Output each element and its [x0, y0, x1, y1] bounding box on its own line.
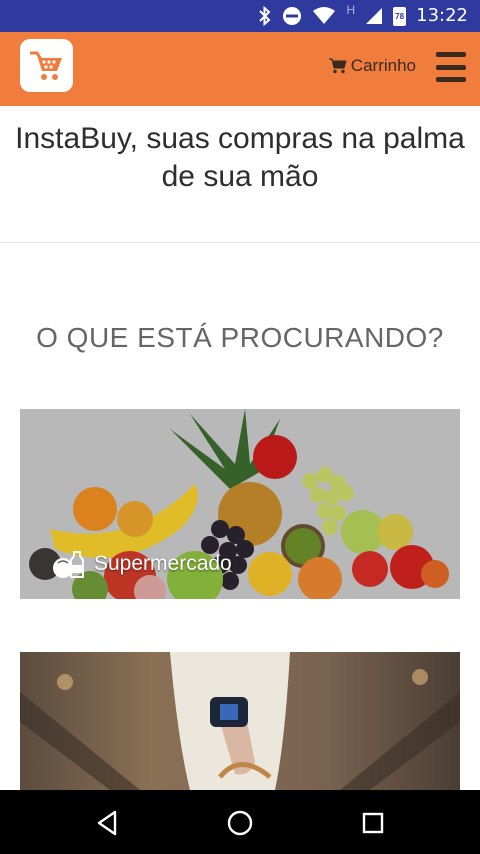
wifi-icon	[313, 7, 336, 24]
cart-icon	[328, 58, 347, 74]
category-card-supermercado[interactable]: Supermercado	[20, 409, 460, 599]
logo[interactable]	[20, 39, 73, 92]
hamburger-menu-icon[interactable]	[436, 52, 466, 82]
cart-link[interactable]: Carrinho	[328, 56, 416, 76]
back-button[interactable]	[90, 806, 124, 840]
grocery-icon	[53, 551, 84, 578]
recents-square-icon	[362, 812, 384, 834]
category-title: Supermercado	[94, 552, 232, 575]
fashion-image	[20, 652, 460, 790]
status-icons: H 78 13:22	[258, 3, 468, 27]
network-type-label: H	[346, 3, 356, 17]
category-card-second[interactable]	[20, 652, 460, 790]
bluetooth-icon	[259, 6, 271, 26]
battery-level: 78	[395, 11, 405, 21]
category-label: Supermercado	[52, 549, 232, 579]
status-bar: H 78 13:22	[0, 0, 480, 32]
cart-label: Carrinho	[350, 56, 416, 75]
battery-icon: 78	[393, 6, 407, 26]
back-triangle-icon	[97, 810, 117, 836]
system-nav-bar	[0, 790, 480, 854]
tagline: InstaBuy, suas compras na palma de sua m…	[15, 122, 465, 193]
section-title: O QUE ESTÁ PROCURANDO?	[36, 322, 444, 353]
home-button[interactable]	[223, 806, 257, 840]
shopping-basket-icon	[29, 51, 62, 80]
divider	[0, 242, 480, 243]
recents-button[interactable]	[356, 806, 390, 840]
signal-icon	[366, 8, 383, 24]
do-not-disturb-icon	[283, 7, 302, 25]
home-circle-icon	[227, 810, 253, 836]
status-time: 13:22	[416, 5, 468, 26]
app-header: Carrinho	[0, 32, 480, 106]
